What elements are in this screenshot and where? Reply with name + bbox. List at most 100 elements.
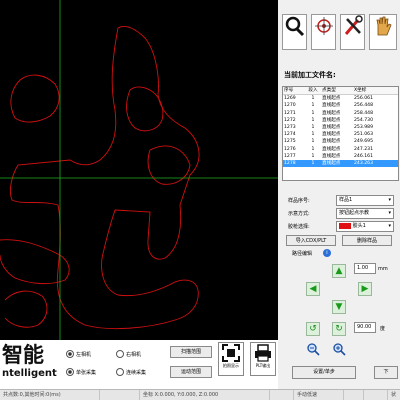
current-file-title: 当前加工文件名: [284,71,336,79]
right-control-panel: 当前加工文件名: 序号 段入 点类型 X坐标 1269 1 直线起点 256.061 1… [278,0,400,389]
table-cell: 1 [311,96,315,102]
next-button[interactable]: 下 [374,366,398,379]
zoom-out-icon [307,343,320,356]
sample-label: 样品序号: [288,198,310,204]
table-row[interactable]: 1269 1 直线起点 256.061 [283,95,398,102]
table-cell: 直线起点 [322,117,341,123]
table-cell: 1 [311,117,315,123]
column-header: 段入 [308,88,318,93]
arrow-right-icon: ▶ [361,284,369,294]
step-input[interactable]: 1.00 [354,263,376,274]
status-blank [100,390,140,400]
path-edit-title: 路径编辑 [292,251,313,257]
radio-single-capture[interactable]: 单张采集 [66,368,96,376]
toolbar-button-target[interactable] [311,14,336,50]
table-row[interactable]: 1273 1 直线起点 253.989 [283,124,398,131]
sample-select-value: 样品1 [339,197,353,203]
move-left-button[interactable]: ◀ [306,282,320,296]
display-mode-select[interactable]: 按钮起点示教 ▾ [336,208,394,219]
table-cell: 1276 [284,146,296,152]
table-cell: 1269 [284,96,296,102]
tools-icon [344,15,363,35]
table-row[interactable]: 1270 1 直线起点 256.448 [283,102,398,109]
angle-input[interactable]: 90.00 [354,322,376,333]
bottom-control-panel: 智能 ntelligent 左相机 右相机 单张采集 连续采集 扫描范围 运动范… [0,340,278,389]
import-button[interactable]: 导入CDX/PLT [286,235,336,246]
table-row[interactable]: 1278 1 直线起点 243.263 [283,159,398,168]
status-bar: 共点数:0,其他时间:0(ms) 坐标 X:0.000, Y:0.000, Z:… [0,389,400,400]
status-state: 状 [391,392,397,398]
sample-select[interactable]: 样品1 ▾ [336,195,394,206]
angle-unit: 度 [380,326,386,332]
drawing-canvas[interactable] [0,0,278,340]
table-cell: 1 [311,124,315,130]
radio-right-camera[interactable]: 右相机 [116,350,141,358]
status-coordinates: 坐标 X:0.000, Y:0.000, Z:0.000 [140,390,270,400]
table-cell: 直线起点 [322,153,341,159]
glue-gun-select[interactable]: 胶头1 ▾ [336,221,394,232]
capture-display-button[interactable]: 拍照显示 [218,342,244,376]
table-cell: 直线起点 [322,103,341,109]
info-icon[interactable]: i [323,249,331,257]
radio-label: 左相机 [76,351,92,358]
step-unit: mm [378,266,388,272]
table-cell: 246.161 [354,153,373,159]
rotate-cw-button[interactable]: ↻ [332,322,346,336]
radio-dot-icon [116,350,124,358]
table-cell: 直线起点 [322,110,341,116]
status-speed: 手动低速 [294,390,344,400]
plt-output-button[interactable]: PLT输出 [250,342,276,376]
table-row[interactable]: 1274 1 直线起点 251.063 [283,131,398,138]
table-cell: 1 [311,139,315,145]
table-cell: 1277 [284,153,296,159]
set-step-button[interactable]: 设置/单步 [292,366,356,379]
table-cell: 247.231 [354,146,373,152]
toolbar-button-tools[interactable] [340,14,365,50]
table-cell: 1272 [284,117,296,123]
table-cell: 1 [311,110,315,116]
table-cell: 1 [311,153,315,159]
table-cell: 254.730 [354,117,373,123]
table-cell: 251.063 [354,132,373,138]
glue-gun-label: 胶枪选择: [288,224,310,230]
radio-continuous-capture[interactable]: 连续采集 [116,368,146,376]
toolbar-button-search[interactable] [282,14,307,50]
status-point-count: 共点数:0,其他时间:0(ms) [0,390,100,400]
table-cell: 1 [311,160,315,166]
arrow-down-icon: ▼ [335,302,343,312]
motion-range-button[interactable]: 运动范围 [170,366,212,378]
target-icon [314,17,333,35]
radio-left-camera[interactable]: 左相机 [66,350,91,358]
toolbar-button-hand[interactable] [369,14,397,50]
table-row[interactable]: 1277 1 直线起点 246.161 [283,153,398,160]
table-row[interactable]: 1275 1 直线起点 249.695 [283,138,398,145]
radio-dot-icon [66,350,74,358]
table-cell: 258.448 [354,110,373,116]
table-cell: 253.989 [354,124,373,130]
table-row[interactable]: 1276 1 直线起点 247.231 [283,146,398,153]
scan-range-button[interactable]: 扫描范围 [170,346,212,358]
rotate-ccw-button[interactable]: ↺ [306,322,320,336]
color-swatch [339,222,351,229]
table-cell: 249.695 [354,139,373,145]
column-header: X坐标 [354,88,367,93]
chevron-down-icon: ▾ [388,223,391,229]
status-blank [344,390,364,400]
radio-label: 连续采集 [126,369,147,376]
point-table[interactable]: 序号 段入 点类型 X坐标 1269 1 直线起点 256.061 1270 1 直线起点 2… [282,86,399,181]
table-row[interactable]: 1271 1 直线起点 258.448 [283,110,398,117]
table-cell: 直线起点 [322,124,341,130]
rotate-ccw-icon: ↺ [309,324,317,334]
table-cell: 1278 [284,160,296,166]
chevron-down-icon: ▾ [388,197,391,203]
column-header: 点类型 [322,88,336,93]
zoom-in-button[interactable] [332,342,346,356]
zoom-out-button[interactable] [306,342,320,356]
table-row[interactable]: 1272 1 直线起点 254.730 [283,117,398,124]
glue-gun-value: 胶头1 [352,223,366,229]
move-right-button[interactable]: ▶ [358,282,372,296]
move-up-button[interactable]: ▲ [332,264,346,278]
delete-sample-button[interactable]: 删除样品 [342,235,392,246]
zoom-in-icon [333,343,346,356]
move-down-button[interactable]: ▼ [332,300,346,314]
